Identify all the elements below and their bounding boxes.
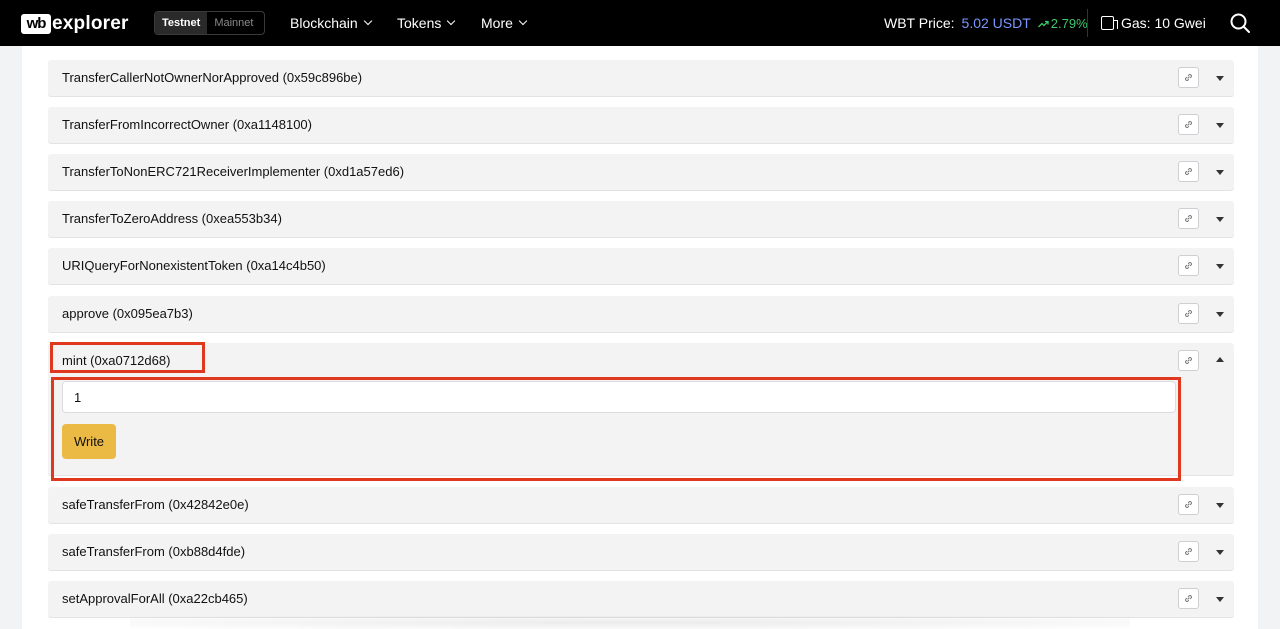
copy-link-button[interactable] (1178, 161, 1199, 182)
link-icon (1185, 215, 1192, 222)
link-icon (1185, 357, 1192, 364)
trend-up-icon (1037, 20, 1049, 27)
nav-blockchain-label: Blockchain (290, 15, 358, 31)
function-title: TransferToZeroAddress (0xea553b34) (62, 211, 282, 226)
chevron-down-icon (363, 16, 372, 26)
caret-down-icon[interactable] (1216, 550, 1224, 555)
function-row[interactable]: setApprovalForAll (0xa22cb465) (48, 581, 1234, 617)
copy-link-button[interactable] (1178, 541, 1199, 562)
copy-link-button[interactable] (1178, 67, 1199, 88)
nav-tokens[interactable]: Tokens (397, 15, 456, 31)
chevron-down-icon (518, 16, 528, 26)
function-row[interactable]: TransferFromIncorrectOwner (0xa1148100) (48, 107, 1234, 143)
contract-write-panel: TransferCallerNotOwnerNorApproved (0x59c… (22, 46, 1258, 629)
logo-text: explorer (52, 13, 129, 34)
caret-down-icon[interactable] (1216, 123, 1224, 128)
write-button[interactable]: Write (62, 424, 116, 459)
link-icon (1185, 262, 1192, 269)
nav-more-label: More (481, 15, 513, 31)
link-icon (1185, 595, 1192, 602)
link-icon (1185, 548, 1192, 555)
fuel-pump-icon (1101, 16, 1118, 30)
gas-label: Gas: 10 Gwei (1121, 15, 1206, 31)
function-row[interactable]: TransferCallerNotOwnerNorApproved (0x59c… (48, 60, 1234, 96)
function-row[interactable]: safeTransferFrom (0x42842e0e) (48, 487, 1234, 523)
nav-tokens-label: Tokens (397, 15, 442, 31)
function-row[interactable]: TransferToZeroAddress (0xea553b34) (48, 201, 1234, 237)
copy-link-button[interactable] (1178, 494, 1199, 515)
nav-more[interactable]: More (481, 15, 528, 31)
caret-up-icon[interactable] (1216, 357, 1224, 362)
function-row[interactable]: approve (0x095ea7b3) (48, 296, 1234, 332)
function-row[interactable]: safeTransferFrom (0xb88d4fde) (48, 534, 1234, 570)
function-title[interactable]: mint (0xa0712d68) (62, 353, 170, 368)
header-divider (1087, 9, 1088, 37)
copy-link-button[interactable] (1178, 303, 1199, 324)
link-icon (1185, 121, 1192, 128)
link-icon (1185, 501, 1192, 508)
search-icon[interactable] (1230, 13, 1250, 33)
link-icon (1185, 74, 1192, 81)
function-row[interactable]: URIQueryForNonexistentToken (0xa14c4b50) (48, 248, 1234, 284)
mint-amount-input[interactable] (62, 381, 1176, 413)
network-testnet-button[interactable]: Testnet (155, 12, 208, 34)
caret-down-icon[interactable] (1216, 312, 1224, 317)
logo[interactable]: wb explorer (21, 13, 129, 35)
logo-mark: wb (21, 14, 51, 34)
caret-down-icon[interactable] (1216, 76, 1224, 81)
function-row-mint: mint (0xa0712d68) Write (48, 343, 1234, 475)
copy-link-button[interactable] (1178, 208, 1199, 229)
copy-link-button[interactable] (1178, 350, 1199, 371)
function-title: approve (0x095ea7b3) (62, 306, 193, 321)
copy-link-button[interactable] (1178, 255, 1199, 276)
wbt-price: WBT Price: 5.02 USDT 2.79% (884, 15, 1088, 31)
caret-down-icon[interactable] (1216, 217, 1224, 222)
function-title: safeTransferFrom (0xb88d4fde) (62, 544, 246, 559)
caret-down-icon[interactable] (1216, 597, 1224, 602)
caret-down-icon[interactable] (1216, 503, 1224, 508)
copy-link-button[interactable] (1178, 114, 1199, 135)
price-value: 5.02 USDT (961, 15, 1031, 31)
network-mainnet-button[interactable]: Mainnet (207, 12, 260, 34)
nav-blockchain[interactable]: Blockchain (290, 15, 372, 31)
chevron-down-icon (447, 16, 456, 26)
function-title: URIQueryForNonexistentToken (0xa14c4b50) (62, 258, 326, 273)
price-label: WBT Price: (884, 15, 955, 31)
caret-down-icon[interactable] (1216, 170, 1224, 175)
function-title: TransferFromIncorrectOwner (0xa1148100) (62, 117, 312, 132)
copy-link-button[interactable] (1178, 588, 1199, 609)
link-icon (1185, 168, 1192, 175)
function-title: safeTransferFrom (0x42842e0e) (62, 497, 249, 512)
price-change-value: 2.79% (1050, 15, 1088, 31)
caret-down-icon[interactable] (1216, 264, 1224, 269)
top-navigation-bar: wb explorer Testnet Mainnet Blockchain T… (0, 0, 1280, 46)
function-title: TransferCallerNotOwnerNorApproved (0x59c… (62, 70, 363, 85)
network-switch: Testnet Mainnet (154, 11, 265, 35)
gas-price: Gas: 10 Gwei (1101, 15, 1206, 31)
function-title: TransferToNonERC721ReceiverImplementer (… (62, 164, 405, 179)
function-title: setApprovalForAll (0xa22cb465) (62, 591, 248, 606)
function-row[interactable]: TransferToNonERC721ReceiverImplementer (… (48, 154, 1234, 190)
link-icon (1185, 310, 1192, 317)
price-change: 2.79% (1037, 15, 1088, 31)
bottom-fade (130, 616, 1130, 629)
